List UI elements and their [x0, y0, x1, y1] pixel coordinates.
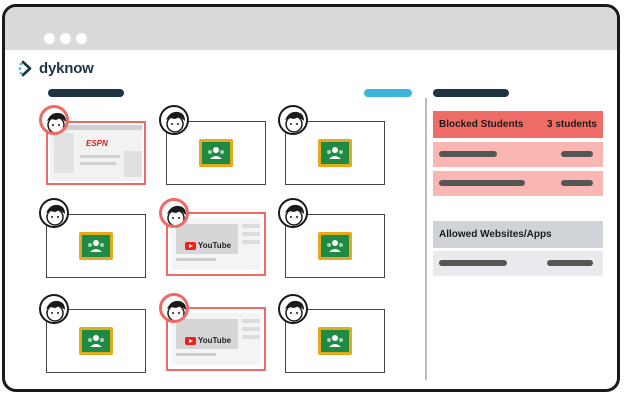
- blocked-students-header[interactable]: Blocked Students 3 students: [433, 111, 603, 138]
- allowed-website-row[interactable]: [433, 251, 603, 276]
- espn-screen: ESPN: [50, 125, 142, 181]
- google-classroom-icon: [199, 139, 233, 167]
- youtube-play-icon: [185, 336, 196, 345]
- student-avatar[interactable]: [159, 105, 189, 135]
- student-avatar[interactable]: [278, 105, 308, 135]
- action-button[interactable]: [364, 89, 412, 97]
- youtube-player: YouTube: [176, 319, 238, 349]
- allowed-websites-header[interactable]: Allowed Websites/Apps: [433, 221, 603, 248]
- blocked-students-title: Blocked Students: [439, 119, 524, 130]
- window-dot-icon[interactable]: [76, 33, 87, 44]
- dyknow-logo-icon: [18, 60, 35, 77]
- espn-logo: ESPN: [86, 139, 108, 148]
- student-avatar[interactable]: [159, 198, 189, 228]
- youtube-play-icon: [185, 241, 196, 250]
- window-dot-icon[interactable]: [60, 33, 71, 44]
- browser-titlebar: [5, 7, 617, 50]
- google-classroom-icon: [318, 327, 352, 355]
- student-avatar[interactable]: [39, 198, 69, 228]
- allowed-websites-title: Allowed Websites/Apps: [439, 229, 552, 240]
- youtube-screen: YouTube: [172, 313, 260, 365]
- student-avatar[interactable]: [39, 105, 69, 135]
- google-classroom-icon: [318, 139, 352, 167]
- dyknow-logo[interactable]: dyknow: [18, 58, 94, 78]
- google-classroom-icon: [79, 327, 113, 355]
- google-classroom-icon: [79, 232, 113, 260]
- blocked-student-row[interactable]: [433, 171, 603, 196]
- youtube-player: YouTube: [176, 224, 238, 254]
- student-avatar[interactable]: [278, 294, 308, 324]
- student-avatar[interactable]: [278, 198, 308, 228]
- student-avatar[interactable]: [159, 293, 189, 323]
- window-dot-icon[interactable]: [44, 33, 55, 44]
- google-classroom-icon: [318, 232, 352, 260]
- blocked-students-count: 3 students: [546, 119, 597, 130]
- blocked-student-row[interactable]: [433, 142, 603, 167]
- youtube-screen: YouTube: [172, 218, 260, 270]
- panel-title-placeholder: [433, 89, 509, 97]
- youtube-logo: YouTube: [198, 336, 232, 345]
- student-avatar[interactable]: [39, 294, 69, 324]
- youtube-logo: YouTube: [198, 241, 232, 250]
- brand-name: dyknow: [39, 59, 94, 77]
- section-title-placeholder: [48, 89, 124, 97]
- panel-divider: [425, 98, 427, 380]
